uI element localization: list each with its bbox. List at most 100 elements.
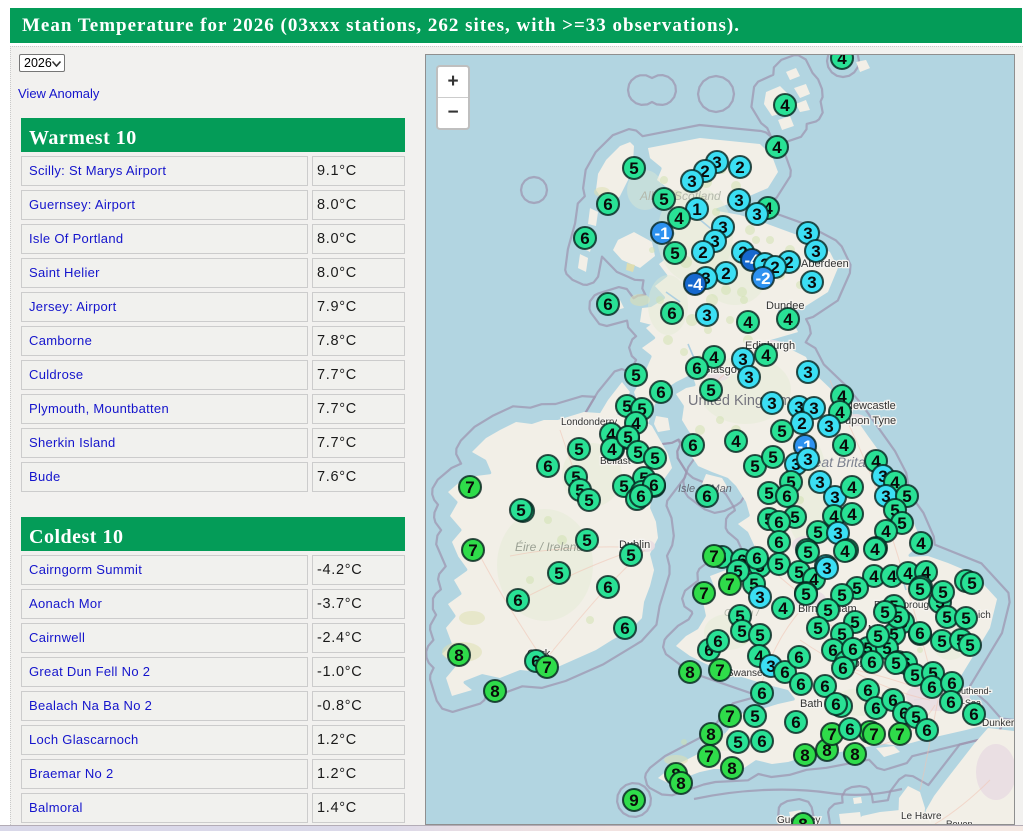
svg-text:4: 4 <box>743 313 753 332</box>
svg-text:3: 3 <box>767 394 776 413</box>
svg-text:4: 4 <box>731 432 741 451</box>
svg-text:3: 3 <box>815 473 824 492</box>
svg-text:Éire / Ireland: Éire / Ireland <box>515 539 583 554</box>
svg-text:3: 3 <box>755 588 764 607</box>
svg-text:5: 5 <box>706 381 715 400</box>
svg-text:8: 8 <box>850 745 859 764</box>
svg-text:6: 6 <box>757 732 766 751</box>
svg-text:5: 5 <box>737 622 746 641</box>
svg-text:5: 5 <box>891 654 900 673</box>
svg-text:4: 4 <box>778 599 788 618</box>
svg-text:6: 6 <box>688 436 697 455</box>
svg-text:8: 8 <box>706 725 715 744</box>
svg-text:6: 6 <box>820 677 829 696</box>
svg-text:Rouen: Rouen <box>946 819 973 824</box>
svg-text:5: 5 <box>574 440 583 459</box>
svg-text:2: 2 <box>735 158 744 177</box>
svg-text:7: 7 <box>725 707 734 726</box>
svg-text:3: 3 <box>803 450 812 469</box>
svg-text:5: 5 <box>965 636 974 655</box>
svg-text:3: 3 <box>734 191 743 210</box>
svg-text:7: 7 <box>468 541 477 560</box>
svg-text:7: 7 <box>465 478 474 497</box>
svg-text:4: 4 <box>837 55 847 68</box>
svg-text:6: 6 <box>780 663 789 682</box>
svg-text:2: 2 <box>721 264 730 283</box>
svg-text:4: 4 <box>847 478 857 497</box>
svg-text:8: 8 <box>727 759 736 778</box>
svg-text:5: 5 <box>733 733 742 752</box>
svg-text:5: 5 <box>516 501 525 520</box>
svg-text:6: 6 <box>791 713 800 732</box>
svg-text:5: 5 <box>774 555 783 574</box>
svg-text:6: 6 <box>702 487 711 506</box>
svg-text:5: 5 <box>626 546 635 565</box>
svg-text:5: 5 <box>813 619 822 638</box>
svg-text:8: 8 <box>798 815 807 824</box>
svg-text:4: 4 <box>761 346 771 365</box>
svg-text:5: 5 <box>897 514 906 533</box>
svg-text:5: 5 <box>801 585 810 604</box>
svg-text:5: 5 <box>910 666 919 685</box>
svg-text:3: 3 <box>811 242 820 261</box>
svg-text:9: 9 <box>629 791 638 810</box>
svg-text:6: 6 <box>667 304 676 323</box>
svg-text:5: 5 <box>582 531 591 550</box>
svg-text:4: 4 <box>607 440 617 459</box>
svg-text:4: 4 <box>887 567 897 586</box>
svg-text:8: 8 <box>676 774 685 793</box>
svg-text:5: 5 <box>937 632 946 651</box>
svg-text:4: 4 <box>674 209 684 228</box>
svg-text:6: 6 <box>871 699 880 718</box>
svg-text:3: 3 <box>687 172 696 191</box>
svg-text:6: 6 <box>580 229 589 248</box>
svg-text:6: 6 <box>782 487 791 506</box>
svg-text:4: 4 <box>840 542 850 561</box>
svg-text:upon Tyne: upon Tyne <box>845 415 896 427</box>
svg-text:Dunkerque: Dunkerque <box>982 718 1014 729</box>
svg-text:4: 4 <box>916 534 926 553</box>
svg-text:5: 5 <box>629 159 638 178</box>
svg-text:6: 6 <box>656 383 665 402</box>
svg-text:4: 4 <box>783 310 793 329</box>
svg-text:5: 5 <box>750 457 759 476</box>
svg-text:6: 6 <box>867 653 876 672</box>
svg-text:7: 7 <box>709 547 718 566</box>
svg-text:5: 5 <box>942 608 951 627</box>
svg-text:6: 6 <box>752 549 761 568</box>
svg-text:8: 8 <box>490 682 499 701</box>
svg-text:7: 7 <box>895 725 904 744</box>
svg-text:7: 7 <box>725 575 734 594</box>
svg-text:5: 5 <box>631 366 640 385</box>
svg-text:1: 1 <box>692 200 701 219</box>
svg-text:5: 5 <box>813 523 822 542</box>
svg-text:8: 8 <box>800 746 809 765</box>
svg-text:4: 4 <box>772 138 782 157</box>
svg-text:2: 2 <box>797 414 806 433</box>
svg-text:Alba / Scotland: Alba / Scotland <box>639 189 721 203</box>
svg-text:4: 4 <box>780 96 790 115</box>
svg-text:7: 7 <box>715 661 724 680</box>
svg-text:6: 6 <box>794 648 803 667</box>
svg-text:ich: ich <box>978 610 991 621</box>
svg-text:5: 5 <box>873 627 882 646</box>
svg-text:6: 6 <box>774 513 783 532</box>
svg-text:6: 6 <box>946 693 955 712</box>
svg-text:5: 5 <box>823 601 832 620</box>
svg-text:4: 4 <box>709 348 719 367</box>
svg-text:7: 7 <box>827 725 836 744</box>
svg-text:6: 6 <box>922 721 931 740</box>
svg-text:4: 4 <box>847 505 857 524</box>
svg-text:5: 5 <box>967 574 976 593</box>
svg-text:Newcastle: Newcastle <box>845 400 896 412</box>
svg-text:6: 6 <box>603 195 612 214</box>
svg-text:4: 4 <box>869 567 879 586</box>
svg-text:6: 6 <box>636 487 645 506</box>
svg-text:5: 5 <box>803 543 812 562</box>
svg-text:Bath: Bath <box>800 698 823 710</box>
svg-text:-1: -1 <box>654 224 669 243</box>
svg-text:6: 6 <box>603 578 612 597</box>
svg-text:3: 3 <box>803 363 812 382</box>
svg-text:5: 5 <box>750 707 759 726</box>
svg-text:3: 3 <box>752 205 761 224</box>
